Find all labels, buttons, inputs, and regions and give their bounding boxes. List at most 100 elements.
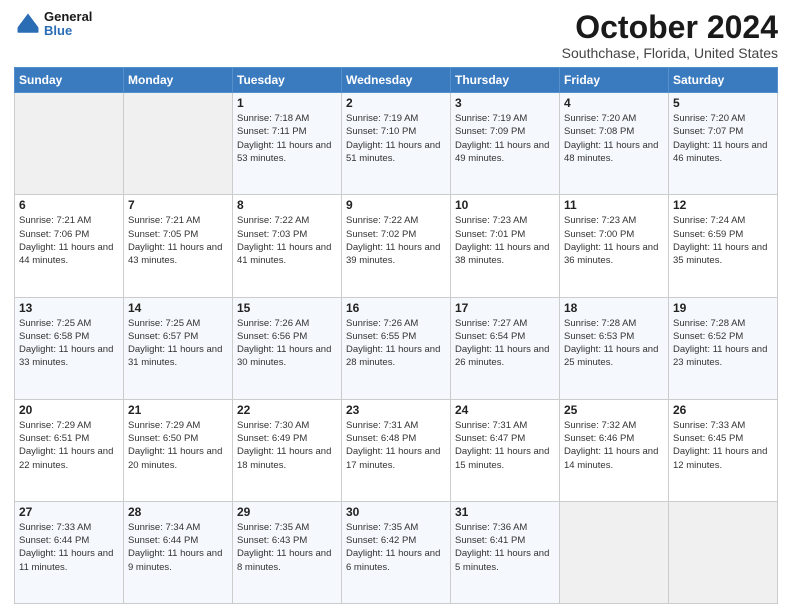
day-number: 26 xyxy=(673,403,773,417)
calendar-header-row: Sunday Monday Tuesday Wednesday Thursday… xyxy=(15,68,778,93)
day-info: Sunrise: 7:18 AM Sunset: 7:11 PM Dayligh… xyxy=(237,112,337,165)
calendar-title: October 2024 xyxy=(562,10,778,45)
day-info: Sunrise: 7:33 AM Sunset: 6:45 PM Dayligh… xyxy=(673,419,773,472)
day-number: 2 xyxy=(346,96,446,110)
logo-text: General Blue xyxy=(44,10,92,39)
table-row: 27Sunrise: 7:33 AM Sunset: 6:44 PM Dayli… xyxy=(15,501,124,603)
logo-blue: Blue xyxy=(44,24,92,38)
day-info: Sunrise: 7:28 AM Sunset: 6:52 PM Dayligh… xyxy=(673,317,773,370)
day-number: 31 xyxy=(455,505,555,519)
table-row: 9 Sunrise: 7:22 AM Sunset: 7:02 PM Daylig… xyxy=(342,195,451,297)
table-row: 10 Sunrise: 7:23 AM Sunset: 7:01 PM Dayli… xyxy=(451,195,560,297)
table-row: 3 Sunrise: 7:19 AM Sunset: 7:09 PM Daylig… xyxy=(451,93,560,195)
col-tuesday: Tuesday xyxy=(233,68,342,93)
day-info: Sunrise: 7:26 AM Sunset: 6:55 PM Dayligh… xyxy=(346,317,446,370)
table-row: 23 Sunrise: 7:31 AM Sunset: 6:48 PM Dayli… xyxy=(342,399,451,501)
day-info: Sunrise: 7:28 AM Sunset: 6:53 PM Dayligh… xyxy=(564,317,664,370)
table-row: 22 Sunrise: 7:30 AM Sunset: 6:49 PM Dayli… xyxy=(233,399,342,501)
day-number: 27 xyxy=(19,505,119,519)
table-row: 2 Sunrise: 7:19 AM Sunset: 7:10 PM Daylig… xyxy=(342,93,451,195)
day-info: Sunrise: 7:36 AM Sunset: 6:41 PM Dayligh… xyxy=(455,521,555,574)
day-info: Sunrise: 7:20 AM Sunset: 7:07 PM Dayligh… xyxy=(673,112,773,165)
day-number: 10 xyxy=(455,198,555,212)
day-number: 13 xyxy=(19,301,119,315)
col-wednesday: Wednesday xyxy=(342,68,451,93)
day-number: 22 xyxy=(237,403,337,417)
day-info: Sunrise: 7:30 AM Sunset: 6:49 PM Dayligh… xyxy=(237,419,337,472)
day-number: 29 xyxy=(237,505,337,519)
day-number: 12 xyxy=(673,198,773,212)
table-row: 11 Sunrise: 7:23 AM Sunset: 7:00 PM Dayli… xyxy=(560,195,669,297)
day-number: 7 xyxy=(128,198,228,212)
day-number: 14 xyxy=(128,301,228,315)
day-number: 3 xyxy=(455,96,555,110)
day-number: 19 xyxy=(673,301,773,315)
table-row: 30Sunrise: 7:35 AM Sunset: 6:42 PM Dayli… xyxy=(342,501,451,603)
day-info: Sunrise: 7:32 AM Sunset: 6:46 PM Dayligh… xyxy=(564,419,664,472)
calendar-week-row: 20Sunrise: 7:29 AM Sunset: 6:51 PM Dayli… xyxy=(15,399,778,501)
day-info: Sunrise: 7:21 AM Sunset: 7:06 PM Dayligh… xyxy=(19,214,119,267)
day-number: 17 xyxy=(455,301,555,315)
col-thursday: Thursday xyxy=(451,68,560,93)
day-info: Sunrise: 7:25 AM Sunset: 6:58 PM Dayligh… xyxy=(19,317,119,370)
calendar-subtitle: Southchase, Florida, United States xyxy=(562,45,778,61)
calendar-week-row: 1Sunrise: 7:18 AM Sunset: 7:11 PM Daylig… xyxy=(15,93,778,195)
day-info: Sunrise: 7:22 AM Sunset: 7:03 PM Dayligh… xyxy=(237,214,337,267)
header: General Blue October 2024 Southchase, Fl… xyxy=(14,10,778,61)
calendar-week-row: 27Sunrise: 7:33 AM Sunset: 6:44 PM Dayli… xyxy=(15,501,778,603)
table-row xyxy=(669,501,778,603)
table-row: 29 Sunrise: 7:35 AM Sunset: 6:43 PM Dayli… xyxy=(233,501,342,603)
table-row: 21 Sunrise: 7:29 AM Sunset: 6:50 PM Dayli… xyxy=(124,399,233,501)
day-info: Sunrise: 7:35 AM Sunset: 6:43 PM Dayligh… xyxy=(237,521,337,574)
col-friday: Friday xyxy=(560,68,669,93)
table-row: 5 Sunrise: 7:20 AM Sunset: 7:07 PM Daylig… xyxy=(669,93,778,195)
table-row: 17 Sunrise: 7:27 AM Sunset: 6:54 PM Dayli… xyxy=(451,297,560,399)
logo: General Blue xyxy=(14,10,92,39)
day-info: Sunrise: 7:21 AM Sunset: 7:05 PM Dayligh… xyxy=(128,214,228,267)
day-number: 24 xyxy=(455,403,555,417)
day-info: Sunrise: 7:23 AM Sunset: 7:00 PM Dayligh… xyxy=(564,214,664,267)
table-row: 26 Sunrise: 7:33 AM Sunset: 6:45 PM Dayli… xyxy=(669,399,778,501)
day-number: 16 xyxy=(346,301,446,315)
day-number: 20 xyxy=(19,403,119,417)
table-row: 8 Sunrise: 7:22 AM Sunset: 7:03 PM Daylig… xyxy=(233,195,342,297)
day-info: Sunrise: 7:19 AM Sunset: 7:09 PM Dayligh… xyxy=(455,112,555,165)
table-row: 14 Sunrise: 7:25 AM Sunset: 6:57 PM Dayli… xyxy=(124,297,233,399)
table-row: 6Sunrise: 7:21 AM Sunset: 7:06 PM Daylig… xyxy=(15,195,124,297)
day-info: Sunrise: 7:27 AM Sunset: 6:54 PM Dayligh… xyxy=(455,317,555,370)
table-row: 28Sunrise: 7:34 AM Sunset: 6:44 PM Dayli… xyxy=(124,501,233,603)
table-row: 18Sunrise: 7:28 AM Sunset: 6:53 PM Dayli… xyxy=(560,297,669,399)
day-number: 15 xyxy=(237,301,337,315)
day-info: Sunrise: 7:19 AM Sunset: 7:10 PM Dayligh… xyxy=(346,112,446,165)
logo-general: General xyxy=(44,10,92,24)
table-row xyxy=(15,93,124,195)
day-info: Sunrise: 7:25 AM Sunset: 6:57 PM Dayligh… xyxy=(128,317,228,370)
day-number: 8 xyxy=(237,198,337,212)
day-info: Sunrise: 7:24 AM Sunset: 6:59 PM Dayligh… xyxy=(673,214,773,267)
table-row: 13 Sunrise: 7:25 AM Sunset: 6:58 PM Dayli… xyxy=(15,297,124,399)
day-info: Sunrise: 7:23 AM Sunset: 7:01 PM Dayligh… xyxy=(455,214,555,267)
col-sunday: Sunday xyxy=(15,68,124,93)
day-number: 21 xyxy=(128,403,228,417)
table-row: 15 Sunrise: 7:26 AM Sunset: 6:56 PM Dayli… xyxy=(233,297,342,399)
day-info: Sunrise: 7:34 AM Sunset: 6:44 PM Dayligh… xyxy=(128,521,228,574)
page: General Blue October 2024 Southchase, Fl… xyxy=(0,0,792,612)
day-number: 23 xyxy=(346,403,446,417)
day-number: 11 xyxy=(564,198,664,212)
day-number: 9 xyxy=(346,198,446,212)
calendar-week-row: 13 Sunrise: 7:25 AM Sunset: 6:58 PM Dayli… xyxy=(15,297,778,399)
table-row: 24 Sunrise: 7:31 AM Sunset: 6:47 PM Dayli… xyxy=(451,399,560,501)
day-number: 30 xyxy=(346,505,446,519)
table-row xyxy=(560,501,669,603)
day-number: 5 xyxy=(673,96,773,110)
day-info: Sunrise: 7:31 AM Sunset: 6:48 PM Dayligh… xyxy=(346,419,446,472)
day-info: Sunrise: 7:29 AM Sunset: 6:50 PM Dayligh… xyxy=(128,419,228,472)
table-row: 20Sunrise: 7:29 AM Sunset: 6:51 PM Dayli… xyxy=(15,399,124,501)
logo-icon xyxy=(14,10,42,38)
day-info: Sunrise: 7:31 AM Sunset: 6:47 PM Dayligh… xyxy=(455,419,555,472)
table-row xyxy=(124,93,233,195)
table-row: 31 Sunrise: 7:36 AM Sunset: 6:41 PM Dayli… xyxy=(451,501,560,603)
day-info: Sunrise: 7:22 AM Sunset: 7:02 PM Dayligh… xyxy=(346,214,446,267)
day-info: Sunrise: 7:26 AM Sunset: 6:56 PM Dayligh… xyxy=(237,317,337,370)
day-number: 25 xyxy=(564,403,664,417)
